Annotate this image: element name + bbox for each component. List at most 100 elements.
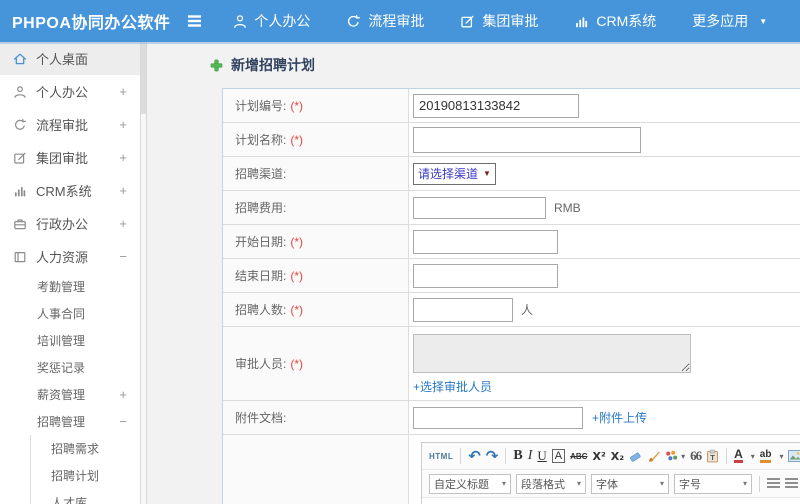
nav-group-approval[interactable]: 集团审批 <box>460 11 538 31</box>
approvers-textarea[interactable] <box>413 334 691 373</box>
field-label: 结束日期: <box>235 269 287 283</box>
sidebar-scrollbar[interactable] <box>140 42 147 504</box>
custom-heading-dropdown[interactable]: 自定义标题 ▾ <box>429 473 511 494</box>
editor-content-area[interactable] <box>422 498 800 504</box>
main-content: 新增招聘计划 计划编号:(*) 计划名称:(*) 招聘渠道: 请选择渠道 ▼ <box>147 42 800 504</box>
headcount-unit: 人 <box>521 303 534 317</box>
sidebar-item-salary[interactable]: 薪资管理 + <box>0 381 140 408</box>
hamburger-menu-icon[interactable] <box>186 14 203 28</box>
sidebar-item-human-resources[interactable]: 人力资源 − <box>0 240 140 273</box>
attachment-upload-link[interactable]: +附件上传 <box>592 409 647 426</box>
plan-number-input[interactable] <box>413 93 579 118</box>
sidebar-item-crm-system[interactable]: CRM系统 + <box>0 174 140 207</box>
sidebar-item-rewards[interactable]: 奖惩记录 <box>0 354 140 381</box>
blockquote-button[interactable]: 66 <box>690 448 702 464</box>
end-date-input[interactable] <box>413 263 558 288</box>
edit-icon <box>460 14 475 29</box>
home-icon <box>13 52 27 66</box>
page-title: 新增招聘计划 <box>210 55 315 75</box>
font-color-button[interactable]: A <box>734 448 743 463</box>
expand-icon[interactable]: + <box>119 84 127 99</box>
sidebar-item-group-approval[interactable]: 集团审批 + <box>0 141 140 174</box>
highlight-color-button[interactable]: ab <box>759 449 772 463</box>
format-brush-icon[interactable] <box>647 450 660 463</box>
bold-button[interactable]: B <box>513 448 522 464</box>
font-size-dropdown[interactable]: 字号 ▾ <box>674 473 752 494</box>
chevron-down-icon: ▾ <box>576 479 581 488</box>
nav-label: 集团审批 <box>482 13 539 29</box>
expand-icon[interactable]: + <box>119 183 127 198</box>
sidebar-item-personal-office[interactable]: 个人办公 + <box>0 75 140 108</box>
required-mark: (*) <box>290 132 304 147</box>
nav-label: 流程审批 <box>368 13 425 29</box>
attachment-input[interactable] <box>413 406 583 429</box>
headcount-input[interactable] <box>413 297 513 322</box>
nav-process-approval[interactable]: 流程审批 <box>346 11 424 31</box>
edit-icon <box>13 151 27 165</box>
paragraph-format-dropdown[interactable]: 段落格式 ▾ <box>516 473 586 494</box>
user-icon <box>13 85 27 99</box>
sidebar-item-talent-pool[interactable]: 人才库 <box>31 489 140 504</box>
redo-icon[interactable]: ↷ <box>486 447 499 465</box>
expand-icon[interactable]: + <box>119 387 127 402</box>
sidebar-item-recruit-demand[interactable]: 招聘需求 <box>31 435 140 462</box>
nav-label: 更多应用 <box>692 13 749 29</box>
remove-format-button[interactable]: A <box>551 449 566 463</box>
fee-input[interactable] <box>413 196 546 219</box>
plus-icon <box>210 59 223 72</box>
sidebar: 个人桌面 个人办公 + 流程审批 + 集团审批 + CRM系统 + 行政办公 + <box>0 42 140 504</box>
sidebar-item-label: 集团审批 <box>36 151 89 166</box>
nav-more-apps[interactable]: 更多应用 ▼ <box>692 11 767 31</box>
required-mark: (*) <box>290 302 304 317</box>
bar-chart-icon <box>13 184 27 198</box>
sidebar-item-hr-contract[interactable]: 人事合同 <box>0 300 140 327</box>
select-approvers-link[interactable]: +选择审批人员 <box>413 378 492 395</box>
collapse-icon[interactable]: − <box>119 414 127 429</box>
sidebar-item-admin-office[interactable]: 行政办公 + <box>0 207 140 240</box>
expand-icon[interactable]: + <box>119 117 127 132</box>
insert-image-icon[interactable] <box>788 450 800 462</box>
nav-crm-system[interactable]: CRM系统 <box>574 11 656 31</box>
sidebar-item-desktop[interactable]: 个人桌面 <box>0 42 140 75</box>
chevron-down-icon: ▾ <box>501 479 506 488</box>
eraser-icon[interactable] <box>629 450 642 463</box>
sidebar-item-recruit-mgmt[interactable]: 招聘管理 − <box>0 408 140 435</box>
user-icon <box>233 14 247 29</box>
nav-personal-office[interactable]: 个人办公 <box>233 11 310 31</box>
scrollbar-thumb[interactable] <box>141 42 146 114</box>
html-source-button[interactable]: HTML <box>429 452 453 461</box>
sidebar-item-process-approval[interactable]: 流程审批 + <box>0 108 140 141</box>
channel-select[interactable]: 请选择渠道 ▼ <box>413 162 496 185</box>
form-row-approvers: 审批人员: (*) +选择审批人员 <box>223 327 800 401</box>
sidebar-item-label: 个人办公 <box>36 85 89 100</box>
top-nav: 个人办公 流程审批 集团审批 CRM系统 更多应用 ▼ <box>233 11 800 31</box>
sidebar-item-recruit-plan[interactable]: 招聘计划 <box>31 462 140 489</box>
expand-icon[interactable]: + <box>119 150 127 165</box>
start-date-input[interactable] <box>413 229 558 254</box>
font-family-dropdown[interactable]: 字体 ▾ <box>591 473 669 494</box>
sidebar-item-attendance[interactable]: 考勤管理 <box>0 273 140 300</box>
align-left-icon[interactable] <box>767 478 780 489</box>
underline-button[interactable]: U <box>537 448 546 464</box>
undo-icon[interactable]: ↶ <box>468 447 481 465</box>
expand-icon[interactable]: + <box>119 216 127 231</box>
color-palette-icon[interactable]: ▾ <box>665 450 685 462</box>
sidebar-item-label: 人力资源 <box>36 250 89 265</box>
process-icon <box>346 14 361 29</box>
sidebar-item-training[interactable]: 培训管理 <box>0 327 140 354</box>
svg-text:T: T <box>710 453 715 462</box>
align-center-icon[interactable] <box>785 478 798 489</box>
subscript-button[interactable]: X₂ <box>611 450 624 463</box>
form-row-attachment: 附件文档: +附件上传 <box>223 401 800 435</box>
editor-label-cell <box>223 435 409 504</box>
required-mark: (*) <box>290 234 304 249</box>
field-label: 招聘渠道: <box>235 167 287 181</box>
nav-label: 个人办公 <box>254 13 311 29</box>
app-window: PHPOA协同办公软件 个人办公 流程审批 集团审批 CRM系统 更多应用 ▼ … <box>0 0 800 504</box>
italic-button[interactable]: I <box>528 448 533 464</box>
paste-icon[interactable]: T <box>706 449 719 463</box>
collapse-icon[interactable]: − <box>119 249 127 264</box>
strikethrough-button[interactable]: ABC <box>570 452 587 461</box>
superscript-button[interactable]: X² <box>592 450 605 463</box>
plan-name-input[interactable] <box>413 126 641 153</box>
